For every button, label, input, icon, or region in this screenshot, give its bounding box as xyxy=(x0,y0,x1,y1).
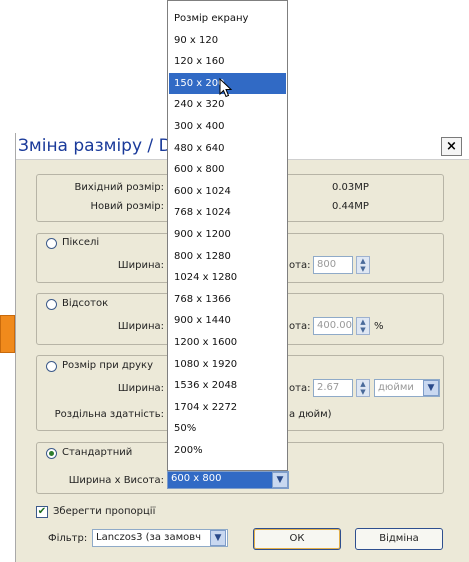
original-size-value: 0.03MP xyxy=(332,182,369,193)
pixels-height-label: ота: xyxy=(289,260,311,271)
ok-button[interactable]: ОК xyxy=(253,528,341,550)
new-size-label: Новий розмір: xyxy=(90,201,164,212)
resolution-suffix: а дюйм) xyxy=(289,409,332,420)
size-dropdown-list: Розмір екрану 90 x 120 120 x 160 150 x 200 2… xyxy=(167,0,288,471)
dropdown-option[interactable]: 1200 x 1600 xyxy=(169,332,286,353)
filter-label: Фільтр: xyxy=(48,533,88,544)
keep-proportions-label: Зберегти пропорції xyxy=(53,506,156,517)
dropdown-option[interactable]: 768 x 1024 xyxy=(169,202,286,223)
standard-radio-label: Стандартний xyxy=(62,447,133,458)
chevron-down-icon: ▼ xyxy=(427,383,435,393)
dropdown-option[interactable]: 300 x 400 xyxy=(169,116,286,137)
new-size-value: 0.44MP xyxy=(332,201,369,212)
mouse-cursor-icon xyxy=(219,78,233,98)
keep-proportions-checkbox[interactable]: ✔ xyxy=(36,506,48,518)
standard-size-dropdown-button[interactable]: ▼ xyxy=(272,472,288,488)
pixels-height-spinner[interactable]: ▲ ▼ xyxy=(356,256,370,274)
print-size-radio[interactable] xyxy=(46,361,57,372)
pixels-radio[interactable] xyxy=(46,238,57,249)
close-button[interactable]: × xyxy=(441,137,462,156)
chevron-down-icon: ▼ xyxy=(214,533,222,543)
percent-height-spinner[interactable]: ▲ ▼ xyxy=(356,317,370,335)
dropdown-option[interactable]: 600 x 800 xyxy=(169,159,286,180)
dropdown-option[interactable]: 200% xyxy=(169,440,286,461)
dropdown-option[interactable]: 900 x 1440 xyxy=(169,310,286,331)
cancel-button[interactable]: Відміна xyxy=(355,528,443,550)
dropdown-option[interactable]: 1080 x 1920 xyxy=(169,354,286,375)
percent-radio-label: Відсоток xyxy=(62,298,109,309)
orange-marker xyxy=(0,315,15,353)
standard-size-value: 600 x 800 xyxy=(171,473,222,484)
filter-select[interactable]: Lanczos3 (за замовч xyxy=(92,529,228,547)
print-height-spinner[interactable]: ▲ ▼ xyxy=(356,379,370,397)
dropdown-option[interactable]: 600 x 1024 xyxy=(169,181,286,202)
print-size-radio-label: Розмір при друку xyxy=(62,360,154,371)
percent-height-label: ота: xyxy=(289,321,311,332)
pixels-height-input[interactable]: 800 xyxy=(313,256,353,274)
dropdown-option[interactable]: 480 x 640 xyxy=(169,138,286,159)
dropdown-option[interactable]: 90 x 120 xyxy=(169,30,286,51)
original-size-label: Вихідний розмір: xyxy=(74,182,164,193)
dropdown-option[interactable]: 900 x 1200 xyxy=(169,224,286,245)
percent-radio[interactable] xyxy=(46,299,57,310)
pixels-radio-label: Пікселі xyxy=(62,237,100,248)
chevron-down-icon: ▼ xyxy=(276,475,284,485)
print-height-input[interactable]: 2.67 xyxy=(313,379,353,397)
dropdown-option[interactable]: 1024 x 1280 xyxy=(169,267,286,288)
dropdown-option[interactable]: 768 x 1366 xyxy=(169,289,286,310)
percent-width-label: Ширина: xyxy=(117,321,164,332)
resolution-label: Роздільна здатність: xyxy=(54,409,164,420)
dropdown-option[interactable]: 120 x 160 xyxy=(169,51,286,72)
dropdown-option[interactable]: 50% xyxy=(169,418,286,439)
percent-height-input[interactable]: 400.00 xyxy=(313,317,353,335)
standard-size-label: Ширина х Висота: xyxy=(68,475,164,486)
standard-radio[interactable] xyxy=(46,448,57,459)
print-unit-dropdown-button[interactable]: ▼ xyxy=(423,380,439,396)
print-width-label: Ширина: xyxy=(117,383,164,394)
dropdown-option[interactable]: 1536 x 2048 xyxy=(169,375,286,396)
dropdown-option[interactable]: 1704 x 2272 xyxy=(169,397,286,418)
filter-dropdown-button[interactable]: ▼ xyxy=(210,530,226,546)
print-height-label: ота: xyxy=(289,383,311,394)
dropdown-option[interactable]: Розмір екрану xyxy=(169,8,286,29)
dialog-title: Зміна разміру / D xyxy=(18,136,172,156)
pixels-width-label: Ширина: xyxy=(117,260,164,271)
percent-unit-label: % xyxy=(374,321,384,332)
dropdown-option[interactable]: 800 x 1280 xyxy=(169,246,286,267)
